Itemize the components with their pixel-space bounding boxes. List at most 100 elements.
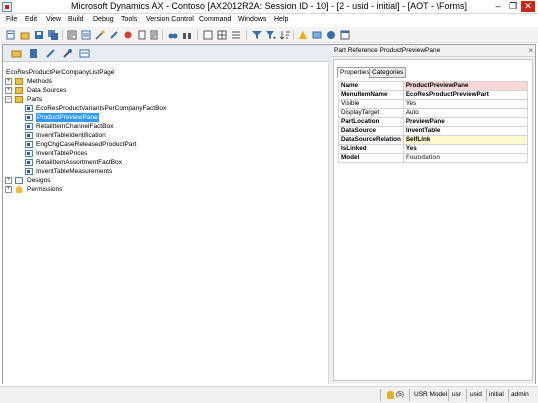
tree-node-part[interactable]: RetailItemAssortmentFactBox: [25, 158, 225, 167]
save-icon[interactable]: [34, 30, 44, 40]
pencil-icon[interactable]: [109, 30, 119, 40]
aot-tree: EcoResProductPerCompanyListPage + Method…: [3, 63, 328, 384]
expand-icon[interactable]: +: [5, 177, 12, 184]
menu-debug[interactable]: Debug: [93, 16, 114, 23]
property-row[interactable]: DataSource InventTable: [338, 126, 529, 136]
tree-node-designs[interactable]: + Designs: [5, 176, 155, 185]
property-name: DisplayTarget: [338, 108, 404, 118]
tree-node-label: InventTableMeasurements: [36, 168, 113, 175]
tree-node-label: RetailItemAssortmentFactBox: [36, 159, 122, 166]
maximize-button[interactable]: ❐: [506, 1, 520, 12]
expand-icon[interactable]: +: [5, 87, 12, 94]
text-document-icon[interactable]: [149, 30, 159, 40]
part-reference-icon: [25, 150, 33, 157]
part-reference-icon: [25, 141, 33, 148]
settings-icon[interactable]: [79, 48, 90, 59]
alert-icon[interactable]: [298, 30, 308, 40]
edit-icon[interactable]: [45, 48, 56, 59]
property-grid: Name ProductPreviewPane MenuItemName Eco…: [338, 81, 529, 163]
property-value[interactable]: InventTable: [402, 126, 529, 136]
property-row[interactable]: PartLocation PreviewPane: [338, 117, 529, 127]
property-name: DataSourceRelation: [338, 135, 404, 145]
sort-icon[interactable]: [280, 30, 290, 40]
menu-view[interactable]: View: [46, 16, 61, 23]
property-name: MenuItemName: [338, 90, 404, 100]
part-reference-icon: [25, 159, 33, 166]
property-value[interactable]: SelfLink: [402, 135, 529, 145]
status-partition: initial: [489, 391, 504, 398]
property-row[interactable]: Visible Yes: [338, 99, 529, 109]
document-icon[interactable]: [137, 30, 147, 40]
property-value[interactable]: PreviewPane: [402, 117, 529, 127]
menu-command[interactable]: Command: [199, 16, 231, 23]
expand-icon[interactable]: +: [5, 186, 12, 193]
tree-node-data-sources[interactable]: + Data Sources: [5, 86, 155, 95]
notification-bell-icon[interactable]: [387, 391, 394, 399]
property-row[interactable]: Model Foundation: [338, 153, 529, 163]
close-button[interactable]: ✕: [521, 1, 535, 12]
new-icon[interactable]: [6, 30, 16, 40]
property-row[interactable]: DataSourceRelation SelfLink: [338, 135, 529, 145]
menu-windows[interactable]: Windows: [238, 16, 266, 23]
find-icon[interactable]: [168, 30, 178, 40]
property-value[interactable]: Auto: [402, 108, 529, 118]
status-user: usid: [470, 391, 482, 398]
properties-close-button[interactable]: ×: [528, 45, 533, 57]
menu-edit[interactable]: Edit: [25, 16, 37, 23]
property-value[interactable]: EcoResProductPreviewPart: [402, 90, 529, 100]
toolbar-separator: [162, 30, 163, 40]
tab-categories[interactable]: Categories: [369, 67, 407, 78]
tree-node-part[interactable]: RetailItemChannelFactBox: [25, 122, 225, 131]
property-row[interactable]: Name ProductPreviewPane: [338, 81, 529, 91]
expand-icon[interactable]: +: [5, 78, 12, 85]
grid-icon[interactable]: [217, 30, 227, 40]
minimize-button[interactable]: –: [491, 1, 505, 12]
properties-icon[interactable]: [81, 30, 91, 40]
filter-dropdown-icon[interactable]: [266, 30, 276, 40]
tree-node-part[interactable]: EngChgCaseReleasedProductPart: [25, 140, 225, 149]
tab-properties[interactable]: Properties: [337, 67, 373, 78]
list-icon[interactable]: [231, 30, 241, 40]
menu-version-control[interactable]: Version Control: [146, 16, 194, 23]
debug-icon[interactable]: [123, 30, 133, 40]
menu-tools[interactable]: Tools: [121, 16, 137, 23]
part-reference-icon: [25, 105, 33, 112]
save-all-icon[interactable]: [48, 30, 58, 40]
binoculars-icon[interactable]: [182, 30, 192, 40]
property-value[interactable]: Yes: [402, 144, 529, 154]
property-row[interactable]: MenuItemName EcoResProductPreviewPart: [338, 90, 529, 100]
tree-node-part-selected[interactable]: ProductPreviewPane: [25, 113, 225, 122]
compile-icon[interactable]: [67, 30, 77, 40]
menu-build[interactable]: Build: [68, 16, 84, 23]
open-icon[interactable]: [20, 30, 30, 40]
menu-help[interactable]: Help: [274, 16, 288, 23]
tree-node-part[interactable]: InventTableMeasurements: [25, 167, 225, 176]
windows-icon[interactable]: [340, 30, 350, 40]
tree-node-parts[interactable]: − Parts: [5, 95, 155, 104]
wand-icon[interactable]: [95, 30, 105, 40]
tree-node-label: EngChgCaseReleasedProductPart: [36, 141, 137, 148]
property-row[interactable]: IsLinked Yes: [338, 144, 529, 154]
tree-node-root[interactable]: EcoResProductPerCompanyListPage: [6, 68, 206, 77]
open-folder-icon[interactable]: [11, 48, 22, 59]
page-icon[interactable]: [203, 30, 213, 40]
tree-node-part[interactable]: InventTablePrices: [25, 149, 225, 158]
image-icon[interactable]: [312, 30, 322, 40]
tree-node-methods[interactable]: + Methods: [5, 77, 155, 86]
property-name: Model: [338, 153, 404, 163]
filter-icon[interactable]: [252, 30, 262, 40]
tools-icon[interactable]: [62, 48, 73, 59]
property-row[interactable]: DisplayTarget Auto: [338, 108, 529, 118]
notification-count[interactable]: (5): [396, 391, 404, 398]
menu-file[interactable]: File: [6, 16, 17, 23]
tree-node-part[interactable]: EcoResProductVariantsPerCompanyFactBox: [25, 104, 225, 113]
tree-node-part[interactable]: InventTableIdentification: [25, 131, 225, 140]
collapse-icon[interactable]: −: [5, 96, 12, 103]
import-icon[interactable]: [28, 48, 39, 59]
status-layer: usr: [452, 391, 462, 398]
property-value[interactable]: Yes: [402, 99, 529, 109]
tree-node-permissions[interactable]: + Permissions: [5, 185, 155, 194]
help-icon[interactable]: [326, 30, 336, 40]
property-name: PartLocation: [338, 117, 404, 127]
property-value[interactable]: ProductPreviewPane: [402, 81, 529, 91]
